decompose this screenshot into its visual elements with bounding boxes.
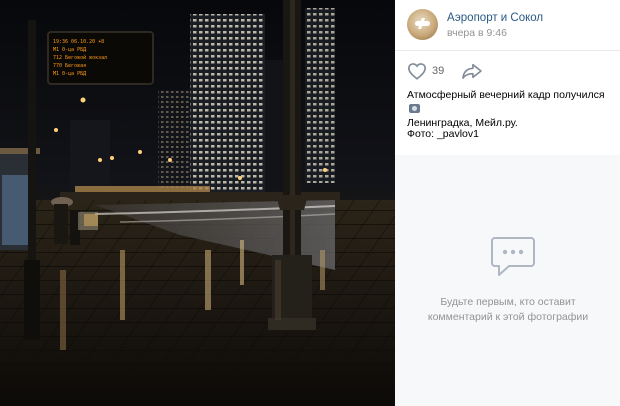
post-timestamp[interactable]: вчера в 9:46 [447, 27, 507, 39]
comments-empty-text: Будьте первым, кто оставит комментарий к… [427, 296, 589, 323]
heart-icon [407, 63, 427, 80]
night-street-photo: 19:36 06.10.20 +8 М1 0-ца РБД 712 Бегово… [0, 0, 395, 406]
like-count: 39 [432, 65, 445, 77]
post-caption: Атмосферный вечерний кадр получился Лени… [407, 88, 612, 130]
camera-emoji-icon [409, 104, 420, 113]
sign-line-2: М1 0-ца РБД [53, 47, 86, 53]
header-divider [395, 50, 620, 51]
avatar[interactable] [407, 9, 438, 40]
sign-line-5: М1 0-ца РБД [53, 71, 86, 77]
post-side-panel: Аэропорт и Сокол вчера в 9:46 39 Атмосфе… [395, 0, 620, 406]
share-button[interactable] [461, 62, 483, 85]
post-header: Аэропорт и Сокол вчера в 9:46 [395, 0, 620, 50]
post-photo[interactable]: 19:36 06.10.20 +8 М1 0-ца РБД 712 Бегово… [0, 0, 395, 406]
share-icon [462, 63, 482, 80]
caption-line-1: Атмосферный вечерний кадр получился [407, 89, 605, 101]
comment-bubble-icon [491, 237, 535, 276]
plane-icon [415, 21, 430, 26]
sign-line-4: 770 Беговая [53, 63, 86, 69]
like-button[interactable]: 39 [407, 62, 444, 80]
comments-empty-state: Будьте первым, кто оставит комментарий к… [395, 155, 620, 406]
sign-line-1: 19:36 06.10.20 +8 [53, 39, 104, 45]
photo-credit: Фото: _pavlov1 [407, 128, 479, 140]
post-actions: 39 [407, 62, 607, 82]
group-name-link[interactable]: Аэропорт и Сокол [447, 12, 543, 24]
sign-line-3: 712 Беговой вокзал [53, 55, 107, 61]
